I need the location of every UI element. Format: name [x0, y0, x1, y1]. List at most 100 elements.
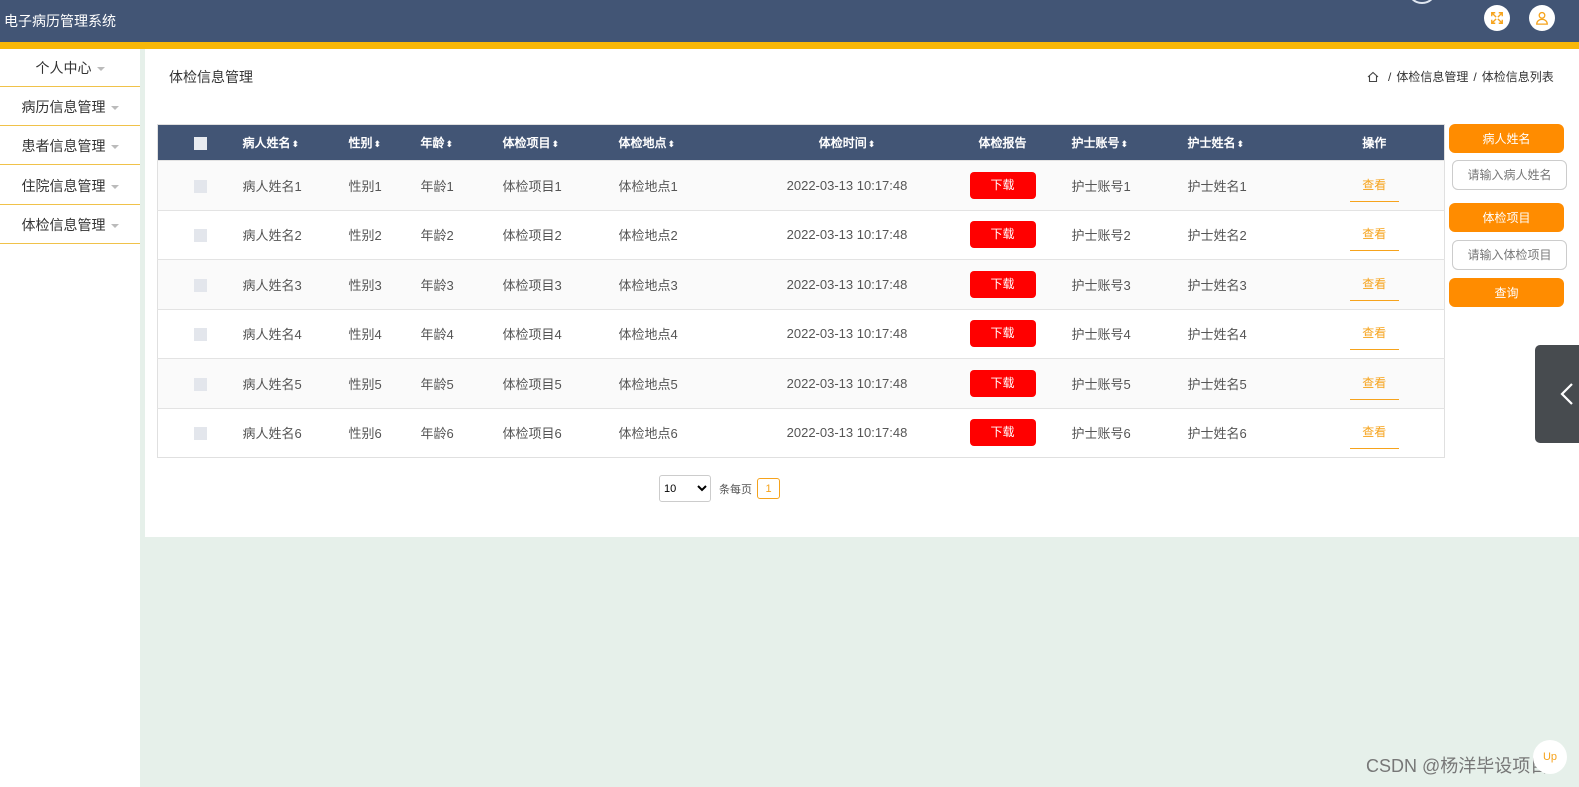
table-body: 病人姓名1 性别1 年龄1 体检项目1 体检地点1 2022-03-13 10:…	[157, 160, 1445, 458]
cell-actions: 查看	[1304, 358, 1445, 408]
row-checkbox[interactable]	[193, 229, 207, 243]
row-checkbox[interactable]	[193, 427, 207, 441]
column-header-time[interactable]: 体检时间⬍	[760, 124, 934, 161]
home-icon[interactable]	[1367, 71, 1379, 83]
sort-icon: ⬍	[291, 139, 300, 149]
side-drawer-toggle[interactable]	[1535, 345, 1579, 443]
row-select-cell	[157, 407, 243, 458]
cell-location: 体检地点1	[618, 160, 761, 210]
column-header-report: 体检报告	[933, 124, 1072, 161]
sort-icon: ⬍	[1236, 139, 1245, 149]
sidebar-item-patients[interactable]: 患者信息管理	[0, 127, 140, 165]
top-header: 电子病历管理系统	[0, 0, 1579, 42]
row-checkbox[interactable]	[193, 377, 207, 391]
table-row: 病人姓名6 性别6 年龄6 体检项目6 体检地点6 2022-03-13 10:…	[157, 407, 1445, 458]
pagination: 10 条每页 1	[659, 475, 780, 502]
cell-actions: 查看	[1304, 308, 1445, 359]
sidebar-item-medical-records[interactable]: 病历信息管理	[0, 88, 140, 126]
cell-time: 2022-03-13 10:17:48	[760, 407, 934, 458]
cell-name: 病人姓名2	[242, 209, 349, 260]
column-header-age[interactable]: 年龄⬍	[420, 124, 503, 161]
download-button[interactable]: 下载	[969, 221, 1036, 249]
view-button[interactable]: 查看	[1349, 176, 1399, 202]
cell-age: 年龄3	[420, 259, 503, 309]
caret-down-icon	[110, 144, 119, 149]
table-row: 病人姓名2 性别2 年龄2 体检项目2 体检地点2 2022-03-13 10:…	[157, 209, 1445, 260]
user-icon	[1536, 11, 1548, 25]
cell-report: 下载	[933, 160, 1072, 210]
cell-gender: 性别2	[348, 209, 421, 260]
cell-location: 体检地点6	[618, 407, 761, 458]
cell-report: 下载	[933, 259, 1072, 309]
checkup-item-input[interactable]	[1452, 240, 1567, 270]
cell-nurse-name: 护士姓名5	[1187, 358, 1305, 408]
cell-age: 年龄5	[420, 358, 503, 408]
cell-nurse-name: 护士姓名3	[1187, 259, 1305, 309]
view-button[interactable]: 查看	[1349, 423, 1399, 450]
column-header-name[interactable]: 病人姓名⬍	[242, 124, 349, 161]
page-size-select[interactable]: 10	[659, 475, 711, 502]
table-row: 病人姓名5 性别5 年龄5 体检项目5 体检地点5 2022-03-13 10:…	[157, 358, 1445, 408]
download-button[interactable]: 下载	[969, 419, 1036, 447]
caret-down-icon	[110, 105, 119, 110]
sidebar-item-label: 住院信息管理	[21, 177, 106, 194]
cell-item: 体检项目5	[502, 358, 619, 408]
sidebar-item-hospitalization[interactable]: 住院信息管理	[0, 167, 140, 205]
row-select-cell	[157, 160, 243, 210]
sidebar-item-label: 病历信息管理	[21, 98, 106, 115]
column-header-nurse-name[interactable]: 护士姓名⬍	[1187, 124, 1305, 161]
view-button[interactable]: 查看	[1349, 324, 1399, 351]
column-header-location[interactable]: 体检地点⬍	[618, 124, 761, 161]
query-button[interactable]: 查询	[1449, 278, 1564, 307]
checkup-table: 病人姓名⬍ 性别⬍ 年龄⬍ 体检项目⬍ 体检地点⬍ 体检时间⬍ 体检报告 护士账…	[157, 124, 1445, 458]
caret-down-icon	[110, 223, 119, 228]
back-to-top-button[interactable]: Up	[1533, 740, 1567, 774]
view-button[interactable]: 查看	[1349, 225, 1399, 252]
cell-nurse-account: 护士账号2	[1071, 209, 1188, 260]
sort-icon: ⬍	[667, 139, 676, 149]
cell-nurse-name: 护士姓名1	[1187, 160, 1305, 210]
download-button[interactable]: 下载	[969, 369, 1036, 397]
table-row: 病人姓名1 性别1 年龄1 体检项目1 体检地点1 2022-03-13 10:…	[157, 160, 1445, 210]
caret-down-icon	[110, 184, 119, 189]
user-button[interactable]	[1529, 5, 1555, 31]
view-button[interactable]: 查看	[1349, 374, 1399, 400]
column-header-gender[interactable]: 性别⬍	[348, 124, 421, 161]
column-header-actions: 操作	[1304, 124, 1445, 161]
cell-location: 体检地点3	[618, 259, 761, 309]
sort-icon: ⬍	[445, 139, 454, 149]
download-button[interactable]: 下载	[969, 320, 1036, 348]
sidebar-item-label: 患者信息管理	[21, 137, 106, 154]
table-header-row: 病人姓名⬍ 性别⬍ 年龄⬍ 体检项目⬍ 体检地点⬍ 体检时间⬍ 体检报告 护士账…	[157, 124, 1445, 161]
cell-nurse-account: 护士账号1	[1071, 160, 1188, 210]
fullscreen-button[interactable]	[1484, 5, 1510, 31]
patient-name-input[interactable]	[1452, 160, 1567, 190]
view-button[interactable]: 查看	[1349, 275, 1399, 301]
row-checkbox[interactable]	[193, 179, 207, 193]
download-button[interactable]: 下载	[969, 171, 1036, 199]
column-header-item[interactable]: 体检项目⬍	[502, 124, 619, 161]
download-button[interactable]: 下载	[969, 270, 1036, 298]
cell-item: 体检项目3	[502, 259, 619, 309]
breadcrumb-separator: /	[1473, 69, 1477, 84]
cell-age: 年龄2	[420, 209, 503, 260]
header-circle-decoration	[1407, 0, 1437, 4]
row-checkbox[interactable]	[193, 328, 207, 342]
select-all-cell	[157, 124, 243, 161]
column-header-nurse-account[interactable]: 护士账号⬍	[1071, 124, 1188, 161]
cell-name: 病人姓名5	[242, 358, 349, 408]
breadcrumb-item[interactable]: 体检信息管理	[1396, 68, 1468, 85]
watermark: CSDN @杨洋毕设项目	[1366, 756, 1549, 776]
sidebar-item-checkup[interactable]: 体检信息管理	[0, 206, 140, 244]
row-checkbox[interactable]	[193, 278, 207, 292]
select-all-checkbox[interactable]	[193, 136, 207, 150]
cell-age: 年龄4	[420, 308, 503, 359]
cell-time: 2022-03-13 10:17:48	[760, 209, 934, 260]
breadcrumb: / 体检信息管理 / 体检信息列表	[1367, 68, 1554, 85]
cell-item: 体检项目2	[502, 209, 619, 260]
sidebar-item-personal-center[interactable]: 个人中心	[0, 49, 140, 87]
table-row: 病人姓名4 性别4 年龄4 体检项目4 体检地点4 2022-03-13 10:…	[157, 308, 1445, 359]
checkup-item-label: 体检项目	[1449, 203, 1564, 232]
page-number-button[interactable]: 1	[757, 478, 780, 499]
cell-item: 体检项目4	[502, 308, 619, 359]
